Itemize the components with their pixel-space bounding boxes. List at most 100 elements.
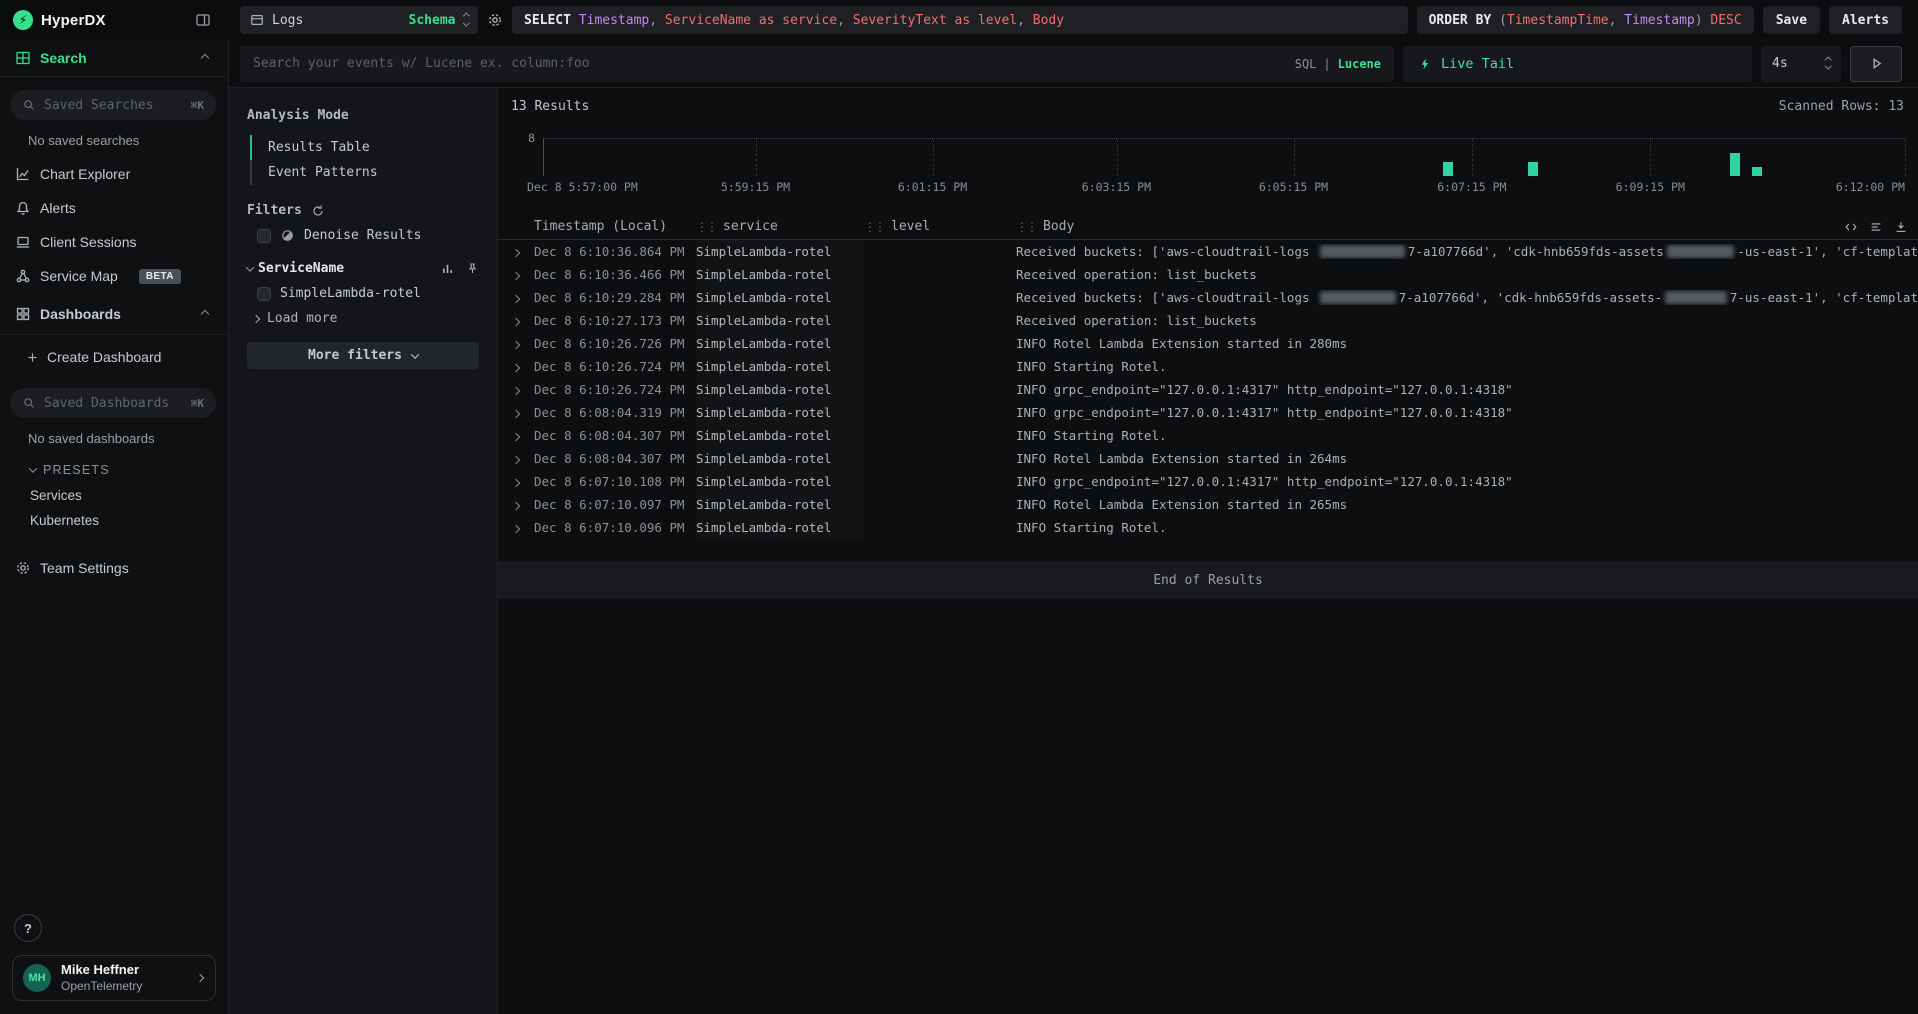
source-settings-gear-icon[interactable]: [487, 12, 503, 28]
chart-bar[interactable]: [1443, 162, 1453, 176]
lightning-logo-icon: ⚡: [13, 10, 33, 30]
play-button[interactable]: [1850, 46, 1902, 82]
results-histogram[interactable]: 8: [498, 114, 1918, 176]
filter-value-simplelambda-rotel[interactable]: SimpleLambda-rotel: [247, 276, 479, 303]
sidebar-section-dashboards[interactable]: Dashboards: [0, 295, 228, 332]
language-toggle[interactable]: SQL | Lucene: [1295, 57, 1381, 71]
col-header-body[interactable]: ⋮⋮Body: [1016, 219, 1918, 234]
table-header-row: Timestamp (Local) ⋮⋮service ⋮⋮level ⋮⋮Bo…: [498, 214, 1918, 240]
table-row[interactable]: Dec 8 6:10:26.724 PMSimpleLambda-rotelIN…: [498, 355, 1918, 378]
sidebar-item-alerts[interactable]: Alerts: [0, 191, 228, 225]
load-more-button[interactable]: Load more: [247, 303, 479, 328]
table-row[interactable]: Dec 8 6:10:29.284 PMSimpleLambda-rotelRe…: [498, 286, 1918, 309]
lucene-option[interactable]: Lucene: [1338, 57, 1381, 71]
table-row[interactable]: Dec 8 6:08:04.307 PMSimpleLambda-rotelIN…: [498, 447, 1918, 470]
row-expander[interactable]: [510, 451, 534, 466]
refresh-icon[interactable]: [311, 204, 325, 218]
table-row[interactable]: Dec 8 6:08:04.307 PMSimpleLambda-rotelIN…: [498, 424, 1918, 447]
more-filters-button[interactable]: More filters: [247, 342, 479, 369]
select-query-input[interactable]: SELECT Timestamp, ServiceName as service…: [512, 6, 1408, 34]
app-name: HyperDX: [41, 12, 106, 29]
denoise-checkbox[interactable]: [257, 229, 271, 243]
filter-group-servicename[interactable]: ServiceName: [247, 261, 479, 276]
help-button[interactable]: ?: [14, 914, 42, 942]
table-row[interactable]: Dec 8 6:10:26.724 PMSimpleLambda-rotelIN…: [498, 378, 1918, 401]
create-dashboard-button[interactable]: Create Dashboard: [0, 339, 228, 375]
col-header-timestamp[interactable]: Timestamp (Local): [534, 219, 696, 234]
row-expander[interactable]: [510, 474, 534, 489]
save-button[interactable]: Save: [1763, 6, 1820, 34]
preset-item-services[interactable]: Services: [0, 483, 228, 508]
row-expander[interactable]: [510, 359, 534, 374]
sidebar-item-team-settings[interactable]: Team Settings: [0, 551, 228, 585]
presets-toggle[interactable]: PRESETS: [0, 455, 228, 483]
event-search-input[interactable]: [253, 56, 1295, 71]
row-expander[interactable]: [510, 497, 534, 512]
hyperdx-logo[interactable]: ⚡ HyperDX: [13, 10, 106, 30]
col-header-level[interactable]: ⋮⋮level: [864, 219, 1016, 234]
col-header-service[interactable]: ⋮⋮service: [696, 219, 864, 234]
table-row[interactable]: Dec 8 6:10:27.173 PMSimpleLambda-rotelRe…: [498, 309, 1918, 332]
download-icon[interactable]: [1894, 220, 1908, 234]
sidebar-item-chart-explorer[interactable]: Chart Explorer: [0, 157, 228, 191]
table-row[interactable]: Dec 8 6:08:04.319 PMSimpleLambda-rotelIN…: [498, 401, 1918, 424]
body-text: 7-a107766d', 'cdk-hnb659fds-assets: [1408, 244, 1664, 259]
chart-gridline: [933, 139, 934, 176]
sidebar-item-client-sessions[interactable]: Client Sessions: [0, 225, 228, 259]
row-expander[interactable]: [510, 382, 534, 397]
code-view-icon[interactable]: [1844, 220, 1858, 234]
chevron-up-icon[interactable]: [201, 309, 209, 317]
y-axis-gutter: 8: [511, 138, 543, 176]
drag-handle-icon[interactable]: ⋮⋮: [1016, 220, 1036, 234]
chevron-up-icon[interactable]: [201, 54, 209, 62]
row-expander[interactable]: [510, 336, 534, 351]
sql-option[interactable]: SQL: [1295, 57, 1317, 71]
row-expander[interactable]: [510, 520, 534, 535]
row-expander[interactable]: [510, 244, 534, 259]
filter-checkbox[interactable]: [257, 287, 271, 301]
table-row[interactable]: Dec 8 6:07:10.108 PMSimpleLambda-rotelIN…: [498, 470, 1918, 493]
drag-handle-icon[interactable]: ⋮⋮: [864, 220, 884, 234]
row-expander[interactable]: [510, 313, 534, 328]
live-tail-button[interactable]: Live Tail: [1403, 46, 1752, 82]
row-expander[interactable]: [510, 267, 534, 282]
histogram-plot[interactable]: [543, 138, 1905, 176]
saved-dashboards-input[interactable]: Saved Dashboards ⌘K: [10, 388, 216, 418]
user-menu[interactable]: MH Mike Heffner OpenTelemetry: [12, 955, 216, 1001]
row-expander[interactable]: [510, 290, 534, 305]
row-expander[interactable]: [510, 428, 534, 443]
chevron-right-icon: [252, 314, 260, 322]
preset-item-kubernetes[interactable]: Kubernetes: [0, 508, 228, 533]
event-search-box[interactable]: SQL | Lucene: [240, 46, 1394, 82]
chart-bar[interactable]: [1528, 162, 1538, 176]
saved-searches-input[interactable]: Saved Searches ⌘K: [10, 90, 216, 120]
sidebar-collapse-icon[interactable]: [195, 12, 211, 28]
refresh-interval-selector[interactable]: 4s: [1761, 46, 1841, 82]
sidebar-item-service-map[interactable]: Service Map BETA: [0, 259, 228, 293]
table-row[interactable]: Dec 8 6:07:10.097 PMSimpleLambda-rotelIN…: [498, 493, 1918, 516]
cell-timestamp: Dec 8 6:10:26.724 PM: [534, 382, 696, 397]
chart-bar[interactable]: [1752, 167, 1762, 176]
denoise-results-option[interactable]: Denoise Results: [247, 218, 479, 245]
order-by-input[interactable]: ORDER BY (TimestampTime, Timestamp) DESC: [1417, 6, 1754, 34]
column-settings-icon[interactable]: [1869, 220, 1883, 234]
redacted-block: [1320, 291, 1396, 304]
drag-handle-icon[interactable]: ⋮⋮: [696, 220, 716, 234]
schema-label[interactable]: Schema: [409, 13, 456, 28]
table-row[interactable]: Dec 8 6:07:10.096 PMSimpleLambda-rotelIN…: [498, 516, 1918, 539]
row-expander[interactable]: [510, 405, 534, 420]
cell-body: INFO grpc_endpoint="127.0.0.1:4317" http…: [1016, 474, 1918, 489]
mini-chart-icon[interactable]: [441, 262, 454, 275]
beta-badge: BETA: [139, 269, 181, 284]
mode-event-patterns[interactable]: Event Patterns: [252, 160, 479, 185]
table-row[interactable]: Dec 8 6:10:26.726 PMSimpleLambda-rotelIN…: [498, 332, 1918, 355]
sidebar-section-search[interactable]: Search: [0, 40, 228, 77]
table-row[interactable]: Dec 8 6:10:36.864 PMSimpleLambda-rotelRe…: [498, 240, 1918, 263]
chart-explorer-icon: [15, 166, 31, 182]
mode-results-table[interactable]: Results Table: [252, 135, 479, 160]
alerts-button[interactable]: Alerts: [1829, 6, 1902, 34]
table-row[interactable]: Dec 8 6:10:36.466 PMSimpleLambda-rotelRe…: [498, 263, 1918, 286]
pin-icon[interactable]: [466, 262, 479, 275]
source-selector[interactable]: Logs Schema: [240, 6, 478, 34]
chart-bar[interactable]: [1730, 153, 1740, 176]
